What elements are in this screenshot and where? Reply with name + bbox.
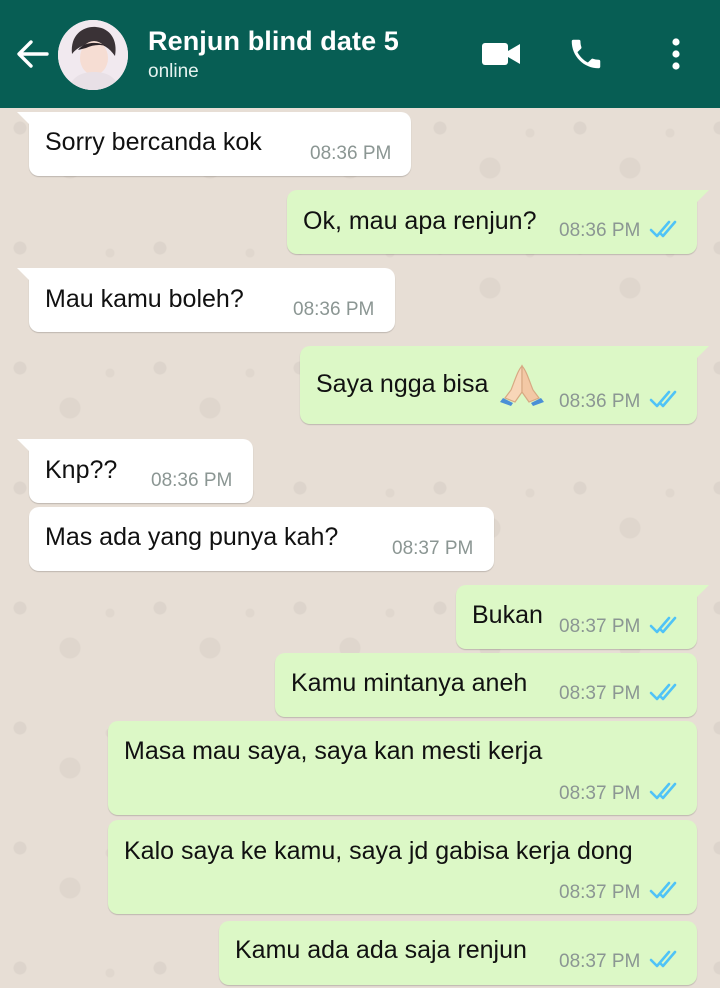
- read-receipt-icon: [649, 616, 677, 634]
- message-text: Bukan: [472, 601, 543, 629]
- message-bubble-outgoing[interactable]: Masa mau saya, saya kan mesti kerja 08:3…: [108, 721, 697, 815]
- message-text: Ok, mau apa renjun?: [303, 207, 537, 235]
- chat-header: Renjun blind date 5 online: [0, 0, 720, 108]
- message-time: 08:36 PM: [151, 470, 233, 491]
- message-bubble-outgoing[interactable]: Bukan 08:37 PM: [456, 585, 709, 649]
- message-time: 08:37 PM: [559, 783, 641, 804]
- message-time: 08:36 PM: [559, 391, 641, 412]
- message-bubble-outgoing[interactable]: Saya ngga bisa 08:36 PM: [300, 346, 709, 424]
- message-bubble-outgoing[interactable]: Kalo saya ke kamu, saya jd gabisa kerja …: [108, 820, 697, 914]
- message-text: Saya ngga bisa: [316, 370, 489, 398]
- message-text: Sorry bercanda kok: [45, 128, 262, 156]
- contact-status: online: [148, 61, 199, 82]
- back-button[interactable]: [8, 32, 56, 76]
- message-text: Kamu mintanya aneh: [291, 669, 528, 697]
- message-time: 08:37 PM: [559, 616, 641, 637]
- read-receipt-icon: [649, 782, 677, 800]
- message-text: Kalo saya ke kamu, saya jd gabisa kerja …: [124, 837, 633, 865]
- more-vert-icon: [672, 38, 680, 70]
- chat-title[interactable]: Renjun blind date 5: [148, 26, 399, 57]
- message-text: Mau kamu boleh?: [45, 285, 244, 313]
- message-bubble-incoming[interactable]: Mas ada yang punya kah? 08:37 PM: [29, 507, 494, 571]
- message-time: 08:36 PM: [559, 220, 641, 241]
- read-receipt-icon: [649, 950, 677, 968]
- read-receipt-icon: [649, 390, 677, 408]
- message-text: Knp??: [45, 456, 118, 484]
- message-bubble-incoming[interactable]: Knp?? 08:36 PM: [17, 439, 253, 503]
- message-bubble-incoming[interactable]: Sorry bercanda kok 08:36 PM: [17, 112, 411, 176]
- message-time: 08:37 PM: [392, 538, 474, 559]
- avatar-photo: [58, 20, 128, 90]
- avatar[interactable]: [58, 20, 128, 90]
- back-arrow-icon: [17, 40, 49, 68]
- message-text: Kamu ada ada saja renjun: [235, 936, 527, 964]
- message-bubble-outgoing[interactable]: Kamu mintanya aneh 08:37 PM: [275, 653, 697, 717]
- more-options-button[interactable]: [658, 32, 694, 76]
- video-call-icon: [482, 43, 520, 65]
- message-time: 08:36 PM: [293, 299, 375, 320]
- voice-call-button[interactable]: [563, 32, 609, 76]
- folded-hands-emoji: [500, 364, 544, 406]
- message-text: Mas ada yang punya kah?: [45, 523, 339, 551]
- message-bubble-incoming[interactable]: Mau kamu boleh? 08:36 PM: [17, 268, 395, 332]
- message-bubble-outgoing[interactable]: Ok, mau apa renjun? 08:36 PM: [287, 190, 709, 254]
- message-time: 08:37 PM: [559, 882, 641, 903]
- read-receipt-icon: [649, 683, 677, 701]
- phone-icon: [571, 39, 601, 69]
- video-call-button[interactable]: [478, 32, 524, 76]
- message-text: Masa mau saya, saya kan mesti kerja: [124, 737, 543, 765]
- read-receipt-icon: [649, 220, 677, 238]
- message-bubble-outgoing[interactable]: Kamu ada ada saja renjun 08:37 PM: [219, 921, 697, 985]
- message-time: 08:37 PM: [559, 683, 641, 704]
- message-time: 08:36 PM: [310, 143, 392, 164]
- message-time: 08:37 PM: [559, 951, 641, 972]
- read-receipt-icon: [649, 881, 677, 899]
